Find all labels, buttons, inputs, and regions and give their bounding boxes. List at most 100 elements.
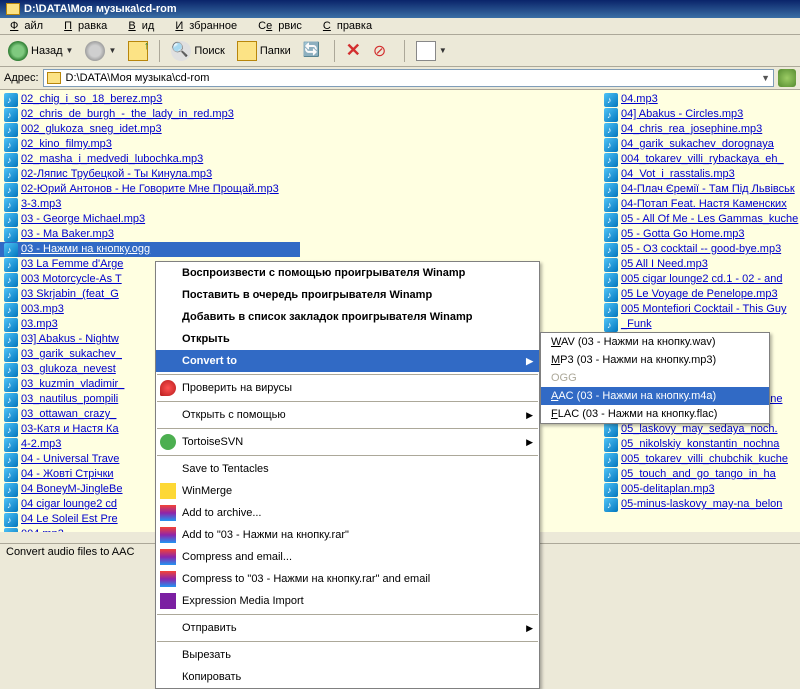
file-name: 04 Le Soleil Est Pre xyxy=(21,512,118,527)
forward-button[interactable]: ▼ xyxy=(81,39,120,63)
sub-wav[interactable]: WAV (03 - Нажми на кнопку.wav) xyxy=(541,333,769,351)
file-name: 04 cigar lounge2 cd xyxy=(21,497,117,512)
ctx-send-to[interactable]: Отправить▶ xyxy=(156,617,539,639)
file-item[interactable]: 005-delitaplan.mp3 xyxy=(600,482,800,497)
file-name: 03 - Нажми на кнопку.ogg xyxy=(21,242,150,257)
audio-file-icon xyxy=(4,243,18,257)
separator xyxy=(157,374,538,375)
back-button[interactable]: Назад▼ xyxy=(4,39,77,63)
file-name: 04.mp3 xyxy=(621,92,658,107)
folder-icon xyxy=(6,3,20,15)
ctx-tortoise[interactable]: TortoiseSVN▶ xyxy=(156,431,539,453)
ctx-copy[interactable]: Копировать xyxy=(156,666,539,688)
shield-icon xyxy=(160,380,176,396)
audio-file-icon xyxy=(604,138,618,152)
menu-tools[interactable]: Сервис xyxy=(252,18,314,34)
ctx-queue-winamp[interactable]: Поставить в очередь проигрывателя Winamp xyxy=(156,284,539,306)
file-item[interactable]: _Funk xyxy=(600,317,800,332)
search-button[interactable]: Поиск xyxy=(167,39,228,63)
toolbar: Назад▼ ▼ Поиск Папки ✕ ▼ xyxy=(0,35,800,67)
file-item[interactable]: 02-Юрий Антонов - Не Говорите Мне Прощай… xyxy=(0,182,300,197)
ctx-bookmark-winamp[interactable]: Добавить в список закладок проигрывателя… xyxy=(156,306,539,328)
ctx-open-with[interactable]: Открыть с помощью▶ xyxy=(156,404,539,426)
file-item[interactable]: 005 Montefiori Cocktail - This Guy xyxy=(600,302,800,317)
file-item[interactable]: 03 - Ma Baker.mp3 xyxy=(0,227,300,242)
file-name: 005 cigar lounge2 cd.1 - 02 - and xyxy=(621,272,782,287)
file-item[interactable]: 04_garik_sukachev_dorognaya xyxy=(600,137,800,152)
file-item[interactable]: 05_laskovy_may_sedaya_noch. xyxy=(600,422,800,437)
file-item[interactable]: 04-Плач Єремії - Там Під Львівськ xyxy=(600,182,800,197)
ctx-compress-rar-email[interactable]: Compress to "03 - Нажми на кнопку.rar" a… xyxy=(156,568,539,590)
cancel-button[interactable] xyxy=(369,39,397,63)
file-item[interactable]: 05-minus-laskovy_may-na_belon xyxy=(600,497,800,512)
file-item[interactable]: 04.mp3 xyxy=(600,92,800,107)
file-name: 04_Vot_i_rasstalis.mp3 xyxy=(621,167,735,182)
address-input[interactable] xyxy=(43,69,774,87)
file-item[interactable]: 004_tokarev_villi_rybackaya_eh_ xyxy=(600,152,800,167)
chevron-down-icon[interactable]: ▼ xyxy=(108,46,116,55)
menu-help[interactable]: Справка xyxy=(317,18,384,34)
rar-icon xyxy=(160,549,176,565)
go-icon[interactable] xyxy=(778,69,796,87)
file-item[interactable]: 04_Vot_i_rasstalis.mp3 xyxy=(600,167,800,182)
sub-flac[interactable]: FLAC (03 - Нажми на кнопку.flac) xyxy=(541,405,769,423)
ctx-tentacles[interactable]: Save to Tentacles xyxy=(156,458,539,480)
file-name: 03 - Ma Baker.mp3 xyxy=(21,227,114,242)
folders-button[interactable]: Папки xyxy=(233,39,295,63)
ctx-add-archive[interactable]: Add to archive... xyxy=(156,502,539,524)
ctx-winmerge[interactable]: WinMerge xyxy=(156,480,539,502)
file-item[interactable]: 05 - O3 cocktail -- good-bye.mp3 xyxy=(600,242,800,257)
file-item[interactable]: 05 Le Voyage de Penelope.mp3 xyxy=(600,287,800,302)
ctx-open[interactable]: Открыть xyxy=(156,328,539,350)
expression-icon xyxy=(160,593,176,609)
audio-file-icon xyxy=(604,498,618,512)
file-name: 005_tokarev_villi_chubchik_kuche xyxy=(621,452,788,467)
file-item[interactable]: 03 - Нажми на кнопку.ogg xyxy=(0,242,300,257)
delete-button[interactable]: ✕ xyxy=(342,38,365,63)
sync-button[interactable] xyxy=(299,39,327,63)
file-item[interactable]: 03 - George Michael.mp3 xyxy=(0,212,300,227)
chevron-down-icon[interactable]: ▼ xyxy=(439,46,447,55)
ctx-add-rar[interactable]: Add to "03 - Нажми на кнопку.rar" xyxy=(156,524,539,546)
file-item[interactable]: 05_nikolskiy_konstantin_nochna xyxy=(600,437,800,452)
views-icon xyxy=(416,41,436,61)
file-item[interactable]: 005_tokarev_villi_chubchik_kuche xyxy=(600,452,800,467)
file-item[interactable]: 05 All I Need.mp3 xyxy=(600,257,800,272)
ctx-convert-to[interactable]: Convert to▶ xyxy=(156,350,539,372)
ctx-cut[interactable]: Вырезать xyxy=(156,644,539,666)
chevron-down-icon[interactable]: ▼ xyxy=(761,73,770,83)
sub-aac[interactable]: AAC (03 - Нажми на кнопку.m4a) xyxy=(541,387,769,405)
ctx-expression[interactable]: Expression Media Import xyxy=(156,590,539,612)
views-button[interactable]: ▼ xyxy=(412,39,451,63)
sub-mp3[interactable]: MP3 (03 - Нажми на кнопку.mp3) xyxy=(541,351,769,369)
file-item[interactable]: 04] Abakus - Circles.mp3 xyxy=(600,107,800,122)
file-item[interactable]: 02_masha_i_medvedi_lubochka.mp3 xyxy=(0,152,300,167)
file-item[interactable]: 005 cigar lounge2 cd.1 - 02 - and xyxy=(600,272,800,287)
file-item[interactable]: 02-Ляпис Трубецкой - Ты Кинула.mp3 xyxy=(0,167,300,182)
search-icon xyxy=(171,41,191,61)
file-item[interactable]: 02_chig_i_so_18_berez.mp3 xyxy=(0,92,300,107)
file-item[interactable]: 002_glukoza_sneg_idet.mp3 xyxy=(0,122,300,137)
address-bar: Адрес: ▼ xyxy=(0,67,800,90)
menu-view[interactable]: Вид xyxy=(122,18,166,34)
menu-file[interactable]: Файл xyxy=(4,18,55,34)
file-item[interactable]: 05 - Gotta Go Home.mp3 xyxy=(600,227,800,242)
ctx-check-virus[interactable]: Проверить на вирусы xyxy=(156,377,539,399)
file-item[interactable]: 05_touch_and_go_tango_in_ha xyxy=(600,467,800,482)
submenu-arrow-icon: ▶ xyxy=(526,437,533,448)
chevron-down-icon[interactable]: ▼ xyxy=(66,46,74,55)
ctx-compress-email[interactable]: Compress and email... xyxy=(156,546,539,568)
ctx-play-winamp[interactable]: Воспроизвести с помощью проигрывателя Wi… xyxy=(156,262,539,284)
audio-file-icon xyxy=(4,348,18,362)
folder-icon xyxy=(47,72,61,84)
menu-favorites[interactable]: Избранное xyxy=(169,18,249,34)
menu-edit[interactable]: Правка xyxy=(58,18,119,34)
file-item[interactable]: 02_chris_de_burgh_-_the_lady_in_red.mp3 xyxy=(0,107,300,122)
file-item[interactable]: 3-3.mp3 xyxy=(0,197,300,212)
file-item[interactable]: 04_chris_rea_josephine.mp3 xyxy=(600,122,800,137)
up-button[interactable] xyxy=(124,39,152,63)
file-item[interactable]: 04-Потап Feat. Настя Каменских xyxy=(600,197,800,212)
file-name: 003.mp3 xyxy=(21,302,64,317)
file-item[interactable]: 02_kino_filmy.mp3 xyxy=(0,137,300,152)
file-item[interactable]: 05 - All Of Me - Les Gammas_kuche xyxy=(600,212,800,227)
